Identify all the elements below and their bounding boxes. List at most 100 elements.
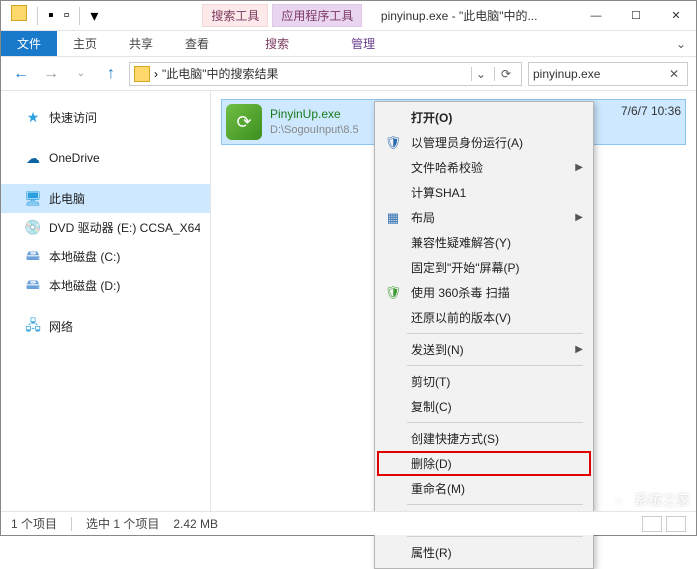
search-tools-label: 搜索工具 — [202, 4, 268, 27]
ctx-label: 布局 — [411, 209, 435, 226]
refresh-icon[interactable]: ⟳ — [494, 67, 517, 81]
view-details-button[interactable] — [642, 516, 662, 532]
maximize-button[interactable]: ☐ — [616, 1, 656, 31]
search-input[interactable]: pinyinup.exe ✕ — [528, 62, 688, 86]
view-icons-button[interactable] — [666, 516, 686, 532]
ctx-restore-versions[interactable]: 还原以前的版本(V) — [377, 305, 591, 330]
sidebar-item-network[interactable]: 🖧 网络 — [1, 312, 210, 341]
ctx-360-scan[interactable]: 🛡 使用 360杀毒 扫描 — [377, 280, 591, 305]
sidebar-item-quick-access[interactable]: ★快速访问 — [1, 103, 210, 132]
sidebar-item-label: 本地磁盘 (C:) — [49, 248, 120, 265]
close-button[interactable]: ✕ — [656, 1, 696, 31]
contextual-tab-groups: 搜索工具 应用程序工具 — [202, 4, 362, 27]
ctx-copy[interactable]: 复制(C) — [377, 394, 591, 419]
qat-dropdown-icon[interactable]: ▾ — [86, 2, 102, 30]
window-title: pinyinup.exe - "此电脑"中的... — [362, 7, 576, 24]
ctx-label: 文件哈希校验 — [411, 159, 483, 176]
status-bar: 1 个项目 选中 1 个项目 2.42 MB — [1, 511, 696, 535]
ctx-hash[interactable]: 文件哈希校验▶ — [377, 155, 591, 180]
app-icon: ⟳ — [226, 104, 262, 140]
nav-forward-button[interactable]: → — [39, 62, 63, 86]
tab-view[interactable]: 查看 — [169, 31, 225, 56]
ctx-layout[interactable]: ▦布局▶ — [377, 205, 591, 230]
separator — [79, 7, 80, 25]
ctx-create-shortcut[interactable]: 创建快捷方式(S) — [377, 426, 591, 451]
file-date: 7/6/7 10:36 — [621, 104, 681, 118]
pc-icon: 🖥 — [25, 191, 41, 207]
tab-search[interactable]: 搜索 — [249, 31, 305, 56]
separator — [407, 422, 583, 423]
ctx-label: 计算SHA1 — [411, 184, 466, 201]
sidebar-item-disk-d[interactable]: 🖴本地磁盘 (D:) — [1, 271, 210, 300]
quick-access-toolbar: ▪ ▫ ▾ — [1, 1, 102, 30]
ctx-sha1[interactable]: 计算SHA1 — [377, 180, 591, 205]
separator — [71, 517, 72, 531]
separator — [407, 504, 583, 505]
tab-manage[interactable]: 管理 — [335, 31, 391, 56]
sidebar-item-disk-c[interactable]: 🖴 本地磁盘 (C:) — [1, 242, 210, 271]
search-clear-icon[interactable]: ✕ — [665, 67, 683, 81]
explorer-icon — [7, 1, 31, 30]
sidebar-item-label: 此电脑 — [49, 190, 85, 207]
sidebar-item-onedrive[interactable]: ☁ OneDrive — [1, 144, 210, 172]
sidebar-item-label: OneDrive — [49, 151, 100, 165]
ctx-label: 重命名(M) — [411, 480, 465, 497]
drive-icon: 🖴 — [25, 249, 41, 265]
status-item-count: 1 个项目 — [11, 515, 57, 532]
sidebar-item-label: 网络 — [49, 318, 73, 335]
disc-icon: 💿 — [25, 220, 41, 236]
ctx-pin-start[interactable]: 固定到"开始"屏幕(P) — [377, 255, 591, 280]
breadcrumb-text[interactable]: "此电脑"中的搜索结果 — [162, 65, 467, 82]
nav-back-button[interactable]: ← — [9, 62, 33, 86]
qat-properties-icon[interactable]: ▪ — [44, 3, 58, 29]
shield-icon: 🛡 — [385, 285, 401, 301]
breadcrumb-sep: › — [154, 67, 158, 81]
qat-newfolder-icon[interactable]: ▫ — [60, 3, 74, 29]
network-icon: 🖧 — [25, 319, 41, 335]
sidebar-item-this-pc[interactable]: 🖥 此电脑 — [1, 184, 210, 213]
nav-history-dropdown[interactable]: ⌄ — [69, 62, 93, 86]
ctx-send-to[interactable]: 发送到(N)▶ — [377, 337, 591, 362]
cloud-icon: ☁ — [25, 150, 41, 166]
address-dropdown-icon[interactable]: ⌄ — [471, 67, 490, 81]
nav-up-button[interactable]: ↑ — [99, 62, 123, 86]
ctx-label: 创建快捷方式(S) — [411, 430, 499, 447]
tab-share[interactable]: 共享 — [113, 31, 169, 56]
minimize-button[interactable]: — — [576, 1, 616, 31]
app-tools-group: 应用程序工具 — [272, 4, 362, 27]
ctx-label: 打开(O) — [411, 109, 452, 126]
ctx-open[interactable]: 打开(O) — [377, 105, 591, 130]
search-query-text: pinyinup.exe — [533, 67, 665, 81]
address-bar: ← → ⌄ ↑ › "此电脑"中的搜索结果 ⌄ ⟳ pinyinup.exe ✕ — [1, 57, 696, 91]
ribbon-expand-icon[interactable]: ⌄ — [666, 33, 696, 55]
separator — [407, 365, 583, 366]
ctx-label: 以管理员身份运行(A) — [411, 134, 523, 151]
status-selected: 选中 1 个项目 — [86, 515, 159, 532]
app-tools-label: 应用程序工具 — [272, 4, 362, 27]
ctx-run-as-admin[interactable]: 🛡以管理员身份运行(A) — [377, 130, 591, 155]
ctx-label: 属性(R) — [411, 544, 452, 561]
ctx-cut[interactable]: 剪切(T) — [377, 369, 591, 394]
chevron-right-icon: ▶ — [575, 344, 583, 355]
view-switcher — [642, 516, 686, 532]
tab-file[interactable]: 文件 — [1, 31, 57, 56]
sidebar-item-dvd[interactable]: 💿DVD 驱动器 (E:) CCSA_X64FR — [1, 213, 210, 242]
ctx-properties[interactable]: 属性(R) — [377, 540, 591, 565]
ctx-label: 兼容性疑难解答(Y) — [411, 234, 511, 251]
address-box[interactable]: › "此电脑"中的搜索结果 ⌄ ⟳ — [129, 62, 522, 86]
ctx-delete[interactable]: 删除(D) — [377, 451, 591, 476]
status-size: 2.42 MB — [173, 517, 218, 531]
ctx-label: 还原以前的版本(V) — [411, 309, 511, 326]
context-menu: 打开(O) 🛡以管理员身份运行(A) 文件哈希校验▶ 计算SHA1 ▦布局▶ 兼… — [374, 101, 594, 569]
ctx-label: 删除(D) — [411, 455, 452, 472]
ctx-compat[interactable]: 兼容性疑难解答(Y) — [377, 230, 591, 255]
sidebar-item-label: 快速访问 — [49, 109, 97, 126]
navigation-pane: ★快速访问 ☁ OneDrive 🖥 此电脑 💿DVD 驱动器 (E:) CCSA_… — [1, 91, 211, 511]
ctx-label: 使用 360杀毒 扫描 — [411, 284, 510, 301]
ctx-label: 复制(C) — [411, 398, 452, 415]
separator — [407, 536, 583, 537]
tab-home[interactable]: 主页 — [57, 31, 113, 56]
ctx-label: 剪切(T) — [411, 373, 450, 390]
sidebar-item-label: 本地磁盘 (D:) — [49, 277, 120, 294]
ctx-rename[interactable]: 重命名(M) — [377, 476, 591, 501]
